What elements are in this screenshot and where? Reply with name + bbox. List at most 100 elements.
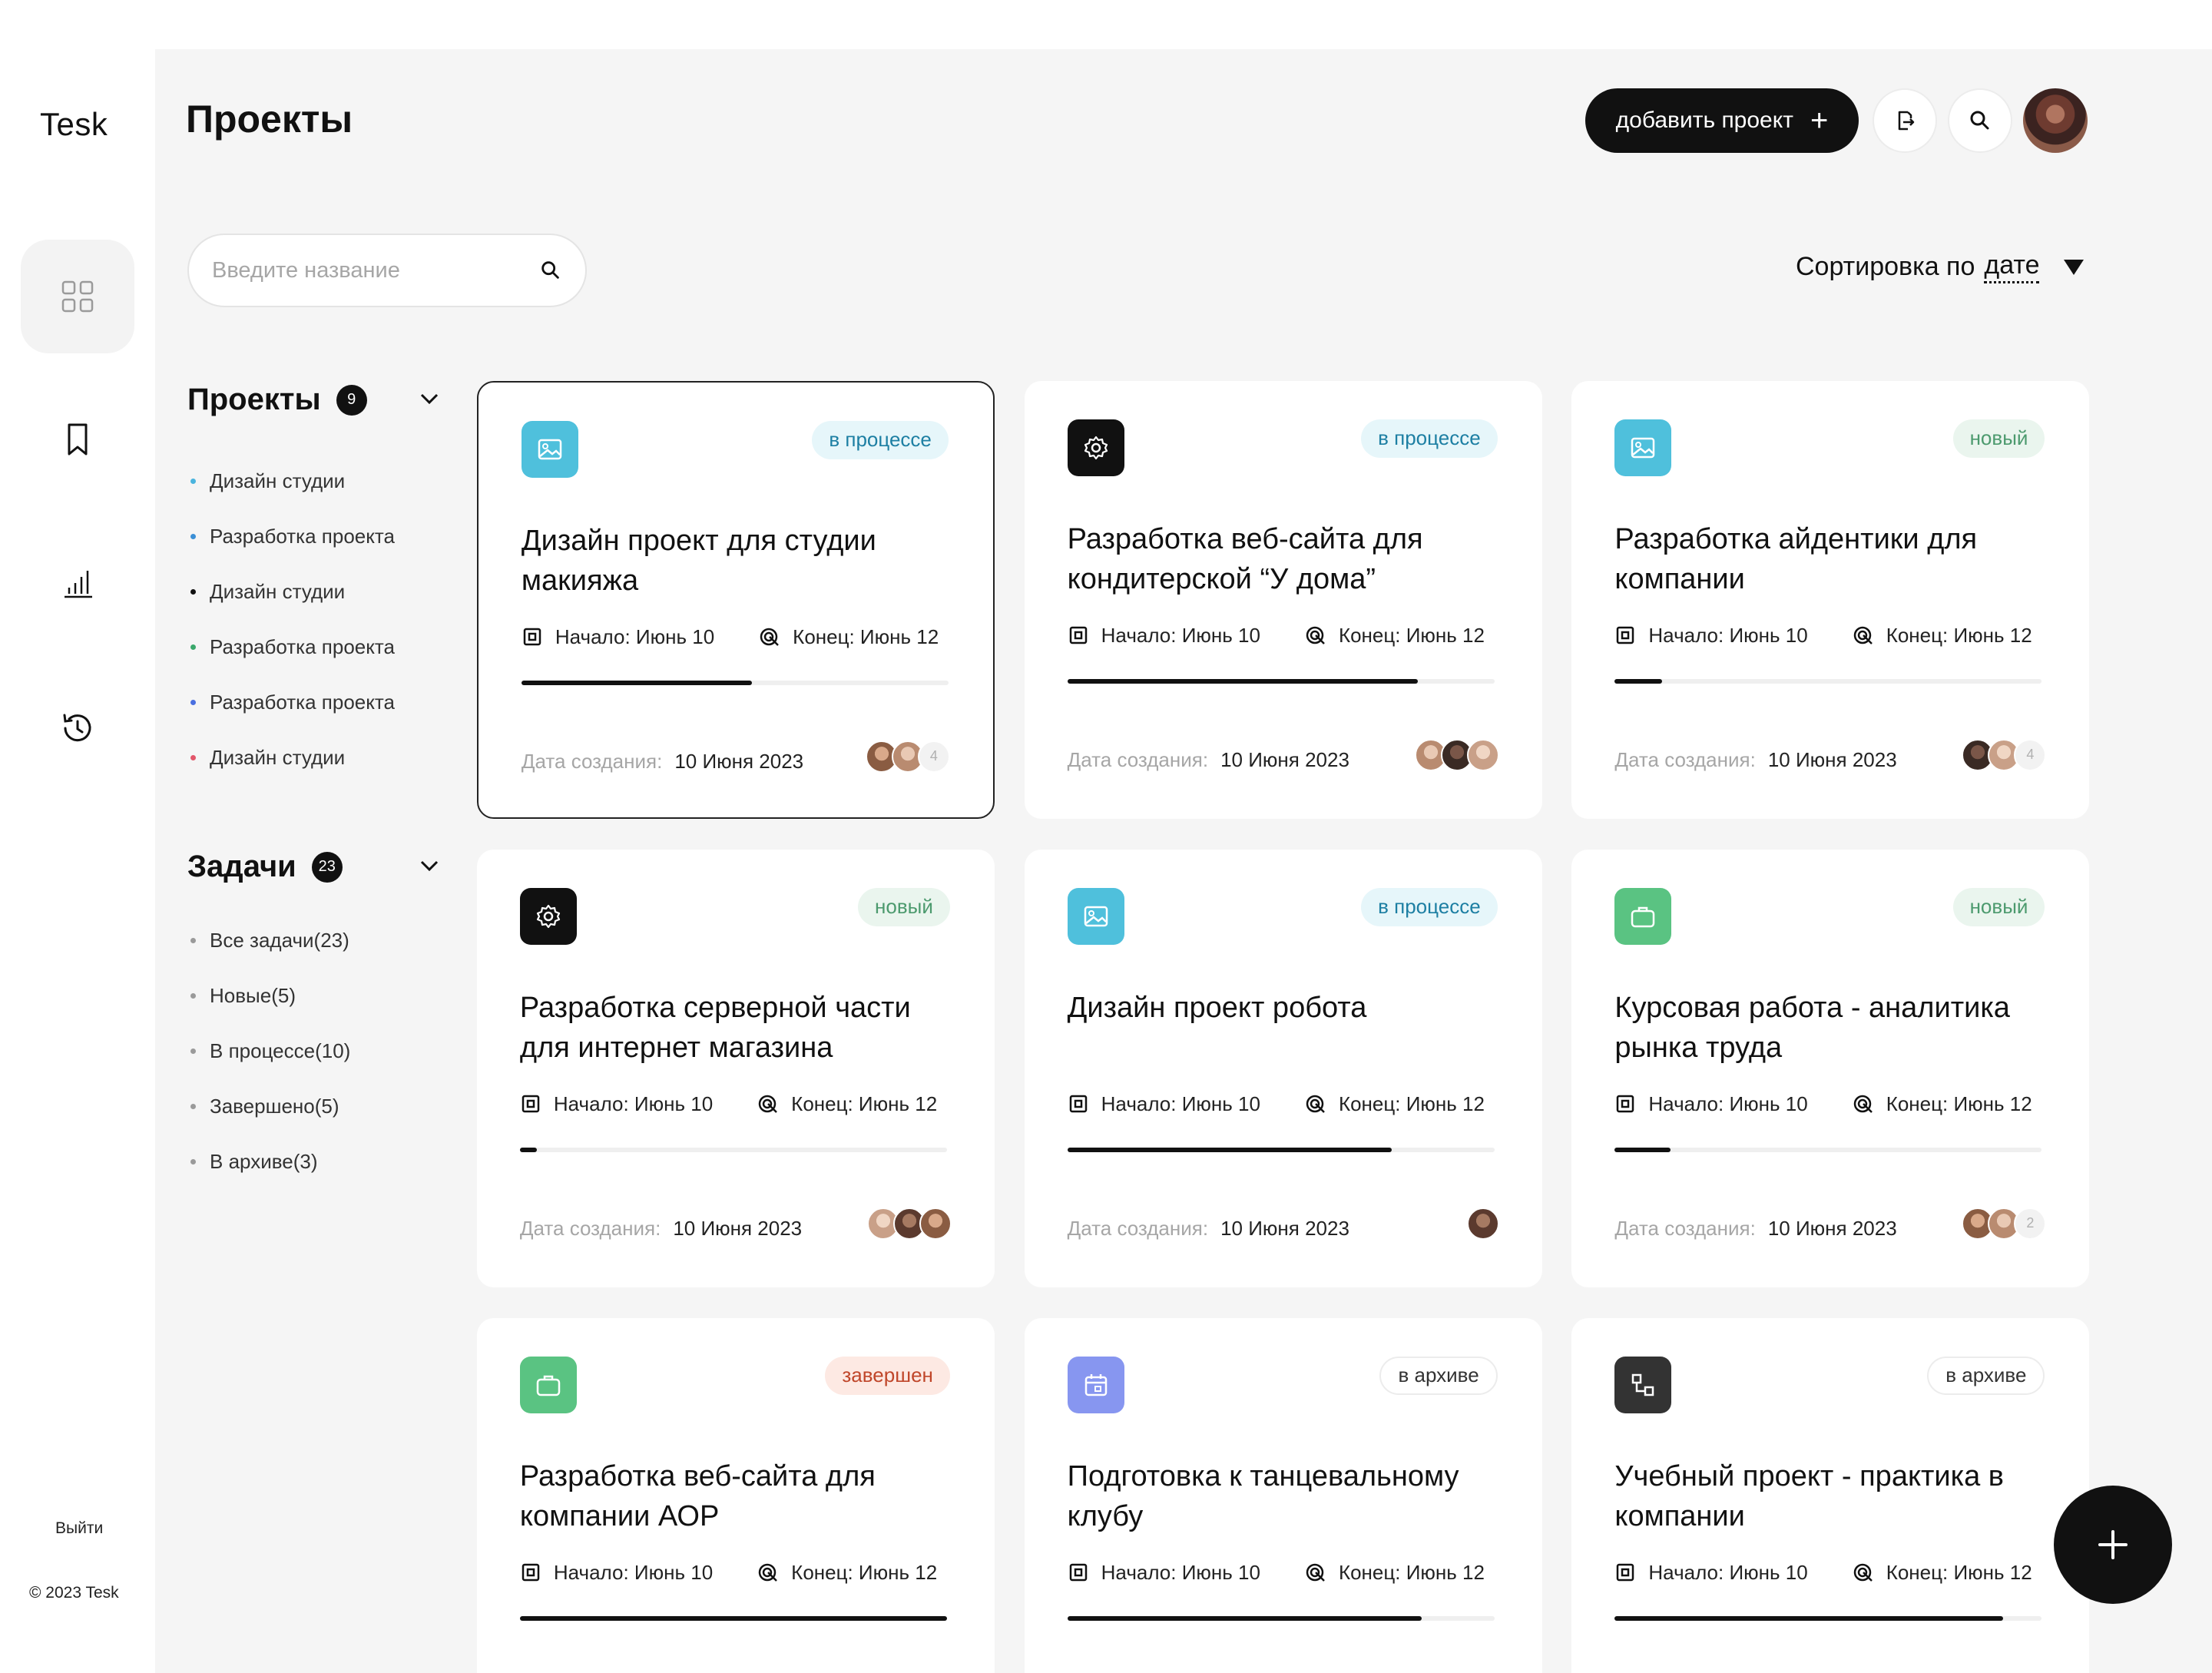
created-value: 10 Июня 2023 [1220,747,1349,771]
gear-icon [1084,436,1108,460]
bullet-dot [190,992,196,999]
created-date: Дата создания: 10 Июня 2023 [520,1217,802,1241]
progress-bar [1067,1615,1495,1621]
progress-bar [519,1147,947,1152]
card-title: Разработка серверной части для интернет … [519,991,911,1064]
created-value: 10 Июня 2023 [1220,1216,1349,1240]
sidebar: Tesk Выйти © 2023 Tesk [0,49,155,1673]
header-search-button[interactable] [1948,88,2012,153]
card-dates: Начало: Июнь 10 Конец: Июнь 12 [1068,1561,1485,1585]
app-logo[interactable]: Tesk [40,106,108,143]
start-date: Начало: Июнь 10 [1101,1092,1260,1115]
history-icon [63,714,91,742]
sort-control[interactable]: Сортировка по дате [1796,250,2085,283]
list-item[interactable]: Все задачи(23) [190,913,350,968]
list-item[interactable]: Разработка проекта [190,674,395,730]
briefcase-icon [1631,906,1655,928]
calendar-start-icon [1069,1095,1087,1113]
created-date: Дата создания: 10 Июня 2023 [1068,748,1349,772]
add-project-button[interactable]: добавить проект + [1585,88,1859,153]
list-item[interactable]: Завершено(5) [190,1078,350,1134]
list-item[interactable]: Разработка проекта [190,619,395,674]
sort-value[interactable]: дате [1984,250,2040,283]
image-icon [538,439,562,460]
progress-bar [519,1615,947,1621]
floating-add-button[interactable] [2054,1486,2172,1604]
project-card[interactable]: завершен Разработка веб-сайта для компани… [476,1317,995,1673]
created-date: Дата создания: 10 Июня 2023 [1068,1217,1349,1241]
list-item-label: В архиве(3) [210,1149,318,1173]
progress-bar [1067,678,1495,684]
main-content: Проекты добавить проект + Сортировка по … [155,49,2212,1673]
member-avatars: 4 [865,740,950,773]
status-badge: в архиве [1379,1356,1498,1395]
project-card[interactable]: в архиве Подготовка к танцевальному клубу… [1024,1317,1542,1673]
bookmark-icon [68,423,88,456]
member-avatars [1466,1207,1499,1240]
list-item[interactable]: Новые(5) [190,968,350,1023]
more-members-count[interactable]: 4 [917,740,950,773]
caret-down-icon[interactable] [2064,259,2085,275]
search-input[interactable] [212,257,504,283]
member-avatars: 2 [1962,1207,2047,1240]
start-date: Начало: Июнь 10 [553,1092,714,1115]
status-badge: новый [1952,419,2045,458]
list-item[interactable]: Дизайн студии [190,730,395,785]
card-title: Разработка айдентики для компании [1614,522,1978,595]
created-date: Дата создания: 10 Июня 2023 [522,750,803,774]
list-item[interactable]: Дизайн студии [190,453,395,509]
bullet-dot [190,754,196,760]
member-avatar[interactable] [1466,1207,1499,1240]
projects-section-header[interactable]: Проекты 9 [187,383,441,417]
member-avatar[interactable] [919,1207,952,1240]
image-icon [1084,906,1108,927]
status-badge: новый [858,887,950,926]
progress-bar [1614,1615,2042,1621]
card-type-icon [519,1356,577,1413]
chevron-down-icon[interactable] [418,854,441,877]
progress-bar [1614,678,2042,684]
tasks-section-header[interactable]: Задачи 23 [187,850,441,884]
project-card[interactable]: новый Разработка серверной части для инте… [476,849,995,1287]
more-members-count[interactable]: 4 [2014,738,2047,771]
projects-section-title: Проекты [187,383,321,416]
tasks-section-title: Задачи [187,850,296,883]
export-button[interactable] [1873,88,1937,153]
project-card[interactable]: в процессе Дизайн проект для студии макия… [476,380,995,819]
bullet-dot [190,699,196,705]
created-label: Дата создания: [521,749,663,773]
nav-bookmarks[interactable] [21,383,134,496]
status-badge: в процессе [812,420,949,459]
start-date: Начало: Июнь 10 [553,1560,714,1584]
card-title: Дизайн проект для студии макияжа [521,524,876,597]
list-item[interactable]: Дизайн студии [190,564,395,619]
list-item-label: Дизайн студии [210,469,346,492]
nav-analytics[interactable] [21,527,134,641]
project-card[interactable]: в архиве Учебный проект - практика в комп… [1571,1317,2090,1673]
list-item[interactable]: В процессе(10) [190,1023,350,1078]
nav-dashboard[interactable] [21,240,134,353]
logout-link[interactable]: Выйти [55,1519,103,1538]
card-title: Курсовая работа - аналитика рынка труда [1614,991,2010,1064]
project-card[interactable]: новый Курсовая работа - аналитика рынка т… [1571,849,2090,1287]
search-icon [1970,111,1989,130]
start-date: Начало: Июнь 10 [1101,1560,1260,1584]
member-avatar[interactable] [1466,738,1499,771]
card-title: Разработка веб-сайта для компании АОР [519,1459,876,1532]
calendar-start-icon [1617,627,1634,644]
project-card[interactable]: в процессе Разработка веб-сайта для конди… [1024,380,1542,819]
list-item-label: Дизайн студии [210,745,346,769]
user-avatar[interactable] [2023,88,2088,153]
bullet-dot [190,478,196,484]
bullet-dot [190,1103,196,1109]
card-title: Подготовка к танцевальному клубу [1067,1459,1459,1532]
list-item[interactable]: В архиве(3) [190,1134,350,1189]
list-item-label: Завершено(5) [210,1094,339,1118]
project-card[interactable]: новый Разработка айдентики для компании На… [1571,380,2090,819]
nav-history[interactable] [21,671,134,785]
search-icon[interactable] [539,259,562,282]
chevron-down-icon[interactable] [418,387,441,410]
list-item[interactable]: Разработка проекта [190,509,395,564]
more-members-count[interactable]: 2 [2014,1207,2047,1240]
project-card[interactable]: в процессе Дизайн проект робота Начало: Ию… [1024,849,1542,1287]
